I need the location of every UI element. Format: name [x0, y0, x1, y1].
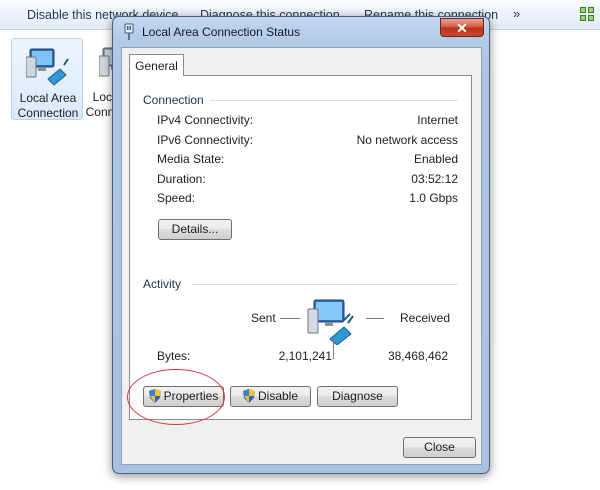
duration-value: 03:52:12 — [411, 172, 458, 186]
window-close-button[interactable]: ✕ — [440, 18, 484, 37]
uac-shield-icon — [242, 389, 255, 403]
connection-item-local-area[interactable]: Local Area Connection — [11, 38, 83, 120]
connection-divider — [210, 100, 458, 101]
network-plug-icon — [124, 23, 134, 40]
bytes-sent-value: 2,101,241 — [278, 349, 332, 363]
ipv4-connectivity-value: Internet — [417, 113, 458, 127]
connection-item-label: Local Area Connection — [17, 91, 79, 120]
tab-general[interactable]: General — [129, 54, 184, 76]
received-label: Received — [400, 311, 451, 325]
bytes-label: Bytes: — [157, 349, 191, 363]
media-state-label: Media State: — [157, 152, 225, 166]
disable-button[interactable]: Disable — [230, 386, 311, 407]
speed-label: Speed: — [157, 191, 196, 205]
connection-group-label: Connection — [143, 93, 208, 107]
media-state-value: Enabled — [413, 152, 458, 166]
sent-line — [280, 318, 300, 319]
uac-shield-icon — [148, 389, 161, 403]
activity-divider — [192, 284, 458, 285]
speed-value: 1.0 Gbps — [409, 191, 458, 205]
connection-status-dialog: Local Area Connection Status ✕ General C… — [112, 16, 490, 474]
dialog-client-area: General Connection IPv4 Connectivity: In… — [121, 47, 482, 465]
close-button[interactable]: Close — [403, 437, 476, 458]
diagnose-button[interactable]: Diagnose — [317, 386, 398, 407]
properties-button[interactable]: Properties — [143, 386, 224, 407]
sent-label: Sent — [251, 311, 276, 325]
bytes-received-value: 38,468,462 — [387, 349, 448, 363]
more-commands-button[interactable]: » — [513, 6, 520, 21]
ipv6-connectivity-label: IPv6 Connectivity: — [157, 133, 254, 147]
close-icon: ✕ — [456, 20, 468, 36]
change-view-icon[interactable] — [580, 7, 596, 23]
duration-label: Duration: — [157, 172, 206, 186]
received-line — [366, 318, 384, 319]
ipv6-connectivity-value: No network access — [356, 133, 458, 147]
activity-group-label: Activity — [143, 277, 186, 291]
details-button[interactable]: Details... — [158, 219, 232, 240]
dialog-title: Local Area Connection Status — [142, 25, 301, 39]
ipv4-connectivity-label: IPv4 Connectivity: — [157, 113, 254, 127]
network-computer-icon — [26, 48, 69, 86]
network-activity-icon — [307, 299, 354, 345]
activity-separator — [333, 339, 334, 359]
tab-general-label: General — [135, 59, 178, 73]
properties-button-label: Properties — [163, 389, 219, 403]
disable-button-label: Disable — [257, 389, 299, 403]
general-tab-page: Connection IPv4 Connectivity: Internet I… — [129, 75, 472, 420]
